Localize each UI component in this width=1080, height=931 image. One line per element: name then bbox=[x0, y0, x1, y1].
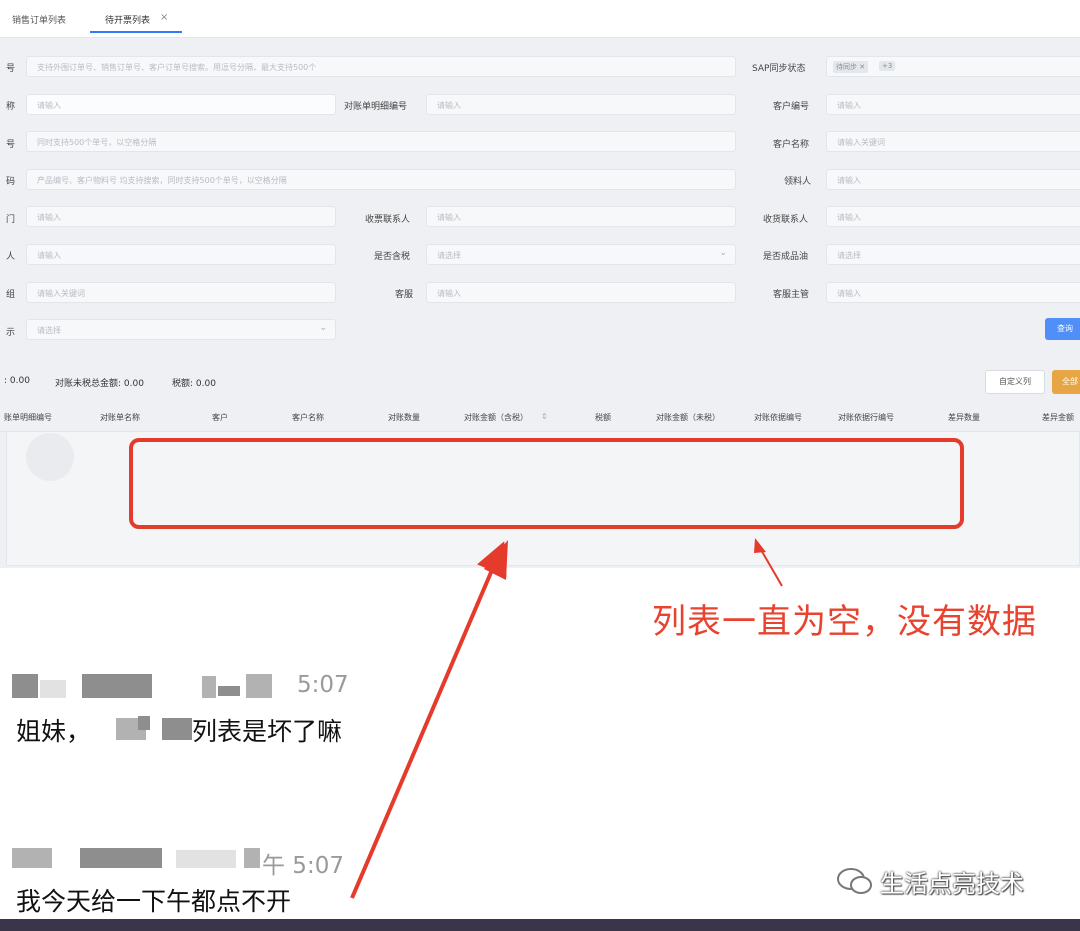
blurred-name bbox=[244, 848, 260, 868]
message-text: 列表是坏了嘛 bbox=[192, 717, 343, 746]
blurred-name bbox=[176, 850, 236, 868]
bottom-bar bbox=[0, 919, 1080, 931]
blurred-word bbox=[138, 716, 150, 730]
annotation-arrows bbox=[350, 538, 783, 899]
arrowhead bbox=[754, 538, 766, 553]
arrow-from-note bbox=[759, 547, 783, 587]
blurred-name bbox=[12, 674, 38, 698]
arrowhead bbox=[484, 540, 508, 580]
message-text: 姐妹， bbox=[16, 717, 92, 746]
blurred-name bbox=[246, 674, 272, 698]
blurred-name bbox=[202, 676, 216, 698]
wechat-icon bbox=[837, 868, 872, 894]
blurred-name bbox=[12, 848, 52, 868]
blurred-name bbox=[40, 680, 66, 698]
arrow-to-table bbox=[350, 541, 507, 899]
message-time: 午 5:07 bbox=[262, 853, 344, 879]
blurred-word bbox=[162, 718, 192, 740]
watermark-text: 生活点亮技术 bbox=[880, 870, 1024, 898]
blurred-name bbox=[80, 848, 162, 868]
annotation-text: 列表一直为空，没有数据 bbox=[652, 602, 1037, 642]
message-text: 我今天给一下午都点不开 bbox=[16, 887, 292, 916]
blurred-name bbox=[218, 686, 240, 696]
blurred-name bbox=[82, 674, 152, 698]
message-time: 5:07 bbox=[297, 672, 349, 698]
